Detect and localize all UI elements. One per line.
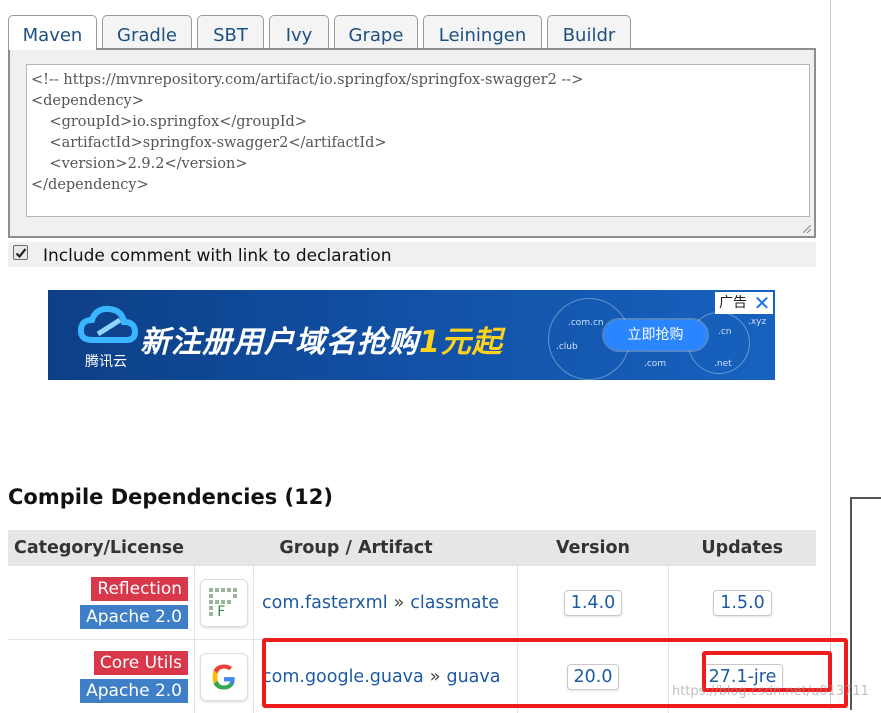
logo-cell — [195, 640, 254, 713]
watermark-text: https://blog.csdn.net/u013711 — [672, 684, 869, 699]
group-link[interactable]: com.fasterxml — [262, 593, 388, 613]
side-frame-edge — [850, 497, 852, 710]
fasterxml-classmate-logo-icon[interactable]: F — [200, 579, 248, 627]
separator: » — [394, 593, 405, 613]
ad-headline: 新注册用户域名抢购1元起 — [140, 317, 503, 361]
ad-domain-label: .xyz — [748, 317, 766, 327]
checkmark-icon — [15, 247, 27, 259]
resize-grip-icon[interactable] — [803, 225, 811, 233]
tab-sbt[interactable]: SBT — [197, 15, 264, 48]
logo-cell: F — [195, 566, 254, 640]
group-artifact-cell: com.fasterxml »classmate — [254, 566, 518, 640]
tab-leiningen[interactable]: Leiningen — [423, 15, 542, 48]
license-badge[interactable]: Apache 2.0 — [80, 679, 188, 703]
table-row: Reflection Apache 2.0 F — [8, 566, 816, 640]
column-header: Group / Artifact — [195, 530, 518, 566]
tab-buildr[interactable]: Buildr — [547, 15, 631, 48]
ad-close-icon[interactable]: ✕ — [751, 292, 773, 314]
category-badge[interactable]: Core Utils — [94, 651, 188, 675]
side-frame-top — [850, 497, 881, 499]
tencent-cloud-logo-icon — [78, 304, 138, 348]
tab-maven[interactable]: Maven — [8, 15, 97, 50]
ad-headline-highlight: 1元起 — [419, 325, 503, 360]
category-badge[interactable]: Reflection — [91, 577, 188, 601]
column-header: Updates — [669, 530, 817, 566]
dependency-snippet-textarea[interactable] — [26, 64, 810, 217]
page-divider — [830, 0, 831, 710]
column-header: Category/License — [8, 530, 195, 566]
snippet-panel — [8, 48, 816, 238]
include-comment-label: Include comment with link to declaration — [43, 246, 392, 266]
include-comment-checkbox[interactable] — [13, 245, 28, 260]
advertisement-banner[interactable]: 腾讯云 新注册用户域名抢购1元起 .com.cn .cn .xyz .club … — [48, 290, 775, 380]
version-link[interactable]: 1.4.0 — [564, 590, 623, 616]
category-license-cell: Core Utils Apache 2.0 — [8, 640, 195, 713]
ad-domain-label: .com.cn — [568, 318, 604, 328]
ad-brand-name: 腾讯云 — [85, 351, 127, 371]
artifact-link[interactable]: classmate — [410, 593, 499, 613]
ad-headline-text: 新注册用户域名抢购 — [140, 325, 419, 360]
updates-cell: 1.5.0 — [669, 566, 817, 640]
ad-domain-label: .net — [714, 359, 732, 369]
tab-grape[interactable]: Grape — [334, 15, 418, 48]
section-title: Compile Dependencies (12) — [8, 485, 333, 509]
table-header-row: Category/License Group / Artifact Versio… — [8, 530, 816, 566]
column-header: Version — [518, 530, 669, 566]
ad-domain-label: .club — [556, 342, 578, 352]
google-g-logo-icon[interactable] — [200, 653, 248, 701]
ad-domain-label: .cn — [718, 327, 732, 337]
version-cell: 1.4.0 — [518, 566, 669, 640]
tab-gradle[interactable]: Gradle — [102, 15, 192, 48]
ad-label: 广告 — [715, 292, 751, 314]
tab-ivy[interactable]: Ivy — [269, 15, 329, 48]
ad-domain-label: .com — [644, 359, 666, 369]
update-version-link[interactable]: 1.5.0 — [713, 590, 772, 616]
category-license-cell: Reflection Apache 2.0 — [8, 566, 195, 640]
include-comment-row: Include comment with link to declaration — [8, 242, 816, 267]
ad-buy-now-button[interactable]: 立即抢购 — [604, 320, 707, 350]
license-badge[interactable]: Apache 2.0 — [80, 605, 188, 629]
svg-text:F: F — [217, 604, 225, 620]
